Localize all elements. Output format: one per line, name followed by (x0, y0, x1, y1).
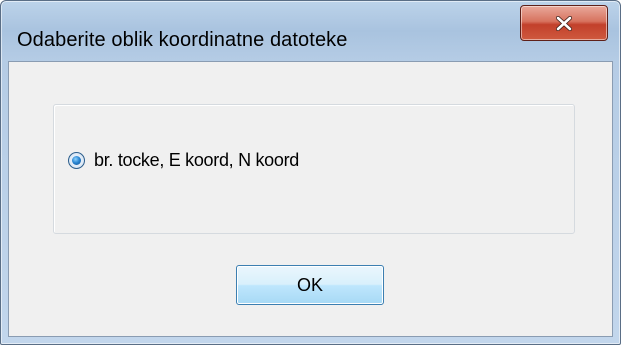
ok-button[interactable]: OK (236, 265, 384, 305)
options-group: br. tocke, E koord, N koord (53, 104, 575, 234)
radio-selected-dot (72, 156, 81, 165)
close-button[interactable] (520, 5, 608, 41)
close-icon (556, 15, 572, 31)
radio-option[interactable]: br. tocke, E koord, N koord (68, 150, 299, 171)
dialog-title: Odaberite oblik koordinatne datoteke (17, 29, 348, 51)
radio-button[interactable] (68, 152, 85, 169)
radio-label[interactable]: br. tocke, E koord, N koord (94, 150, 299, 171)
dialog-client-area: br. tocke, E koord, N koord OK (8, 61, 613, 337)
title-bar[interactable]: Odaberite oblik koordinatne datoteke (1, 1, 620, 59)
dialog-window: Odaberite oblik koordinatne datoteke br.… (0, 0, 621, 345)
